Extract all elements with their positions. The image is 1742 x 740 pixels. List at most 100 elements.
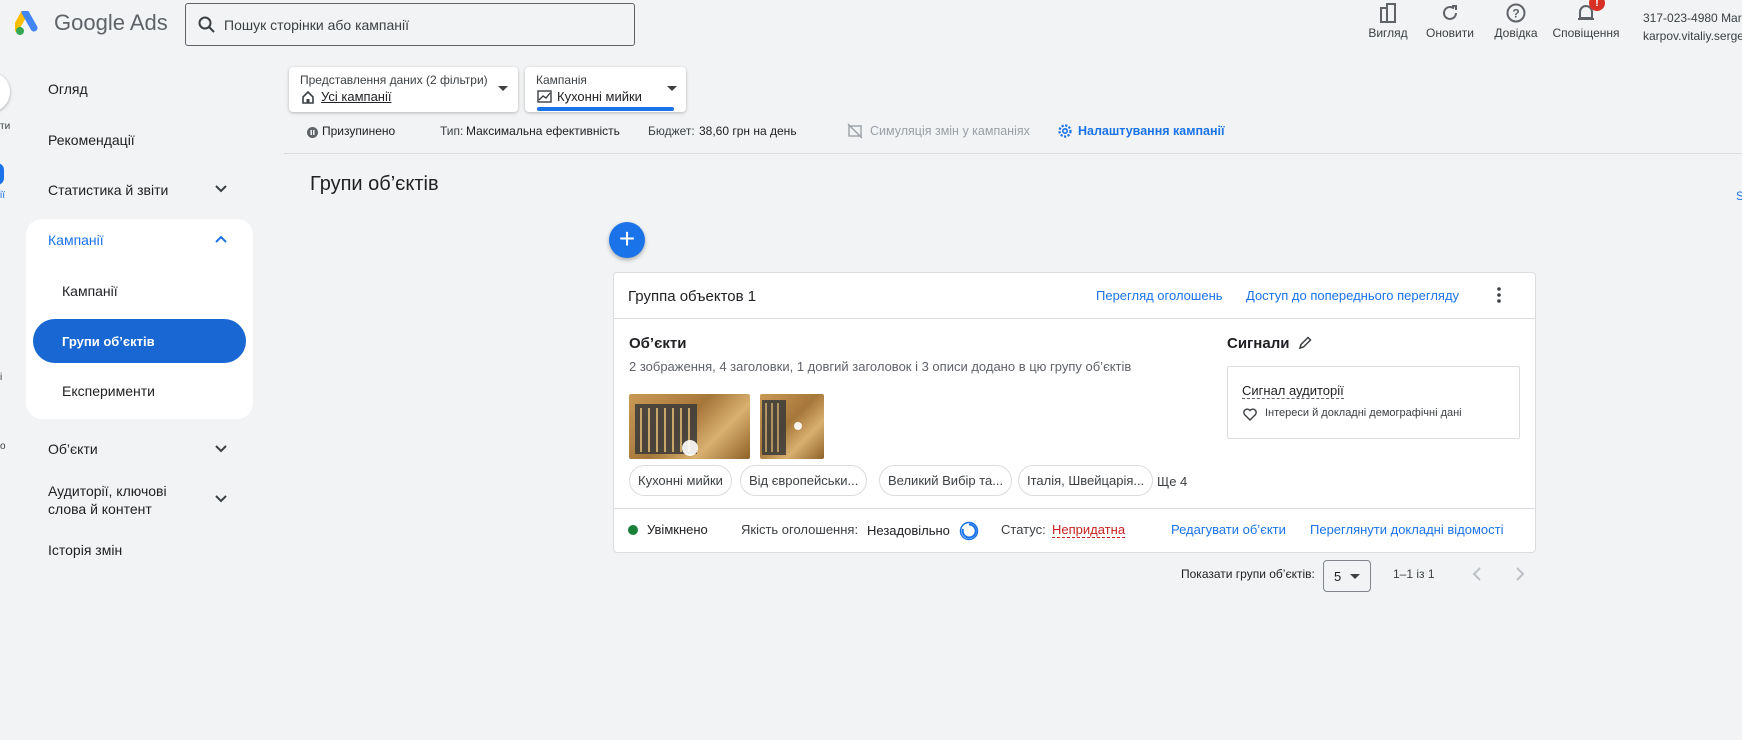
nav-stats[interactable]: Статистика й звіти — [48, 182, 168, 198]
help-label: Довідка — [1494, 26, 1538, 40]
budget-label: Бюджет: — [648, 124, 695, 138]
chevron-right-icon[interactable] — [1514, 566, 1526, 582]
rail-campaigns-indicator[interactable] — [0, 163, 4, 185]
help-button[interactable]: ? Довідка — [1492, 0, 1540, 40]
chevron-down-icon[interactable] — [214, 444, 228, 454]
chevron-left-icon[interactable] — [1471, 566, 1483, 582]
dropdown-caret-icon — [498, 86, 508, 91]
assets-description: 2 зображення, 4 заголовки, 1 довгий заго… — [629, 359, 1132, 374]
pager-range: 1–1 із 1 — [1393, 567, 1435, 581]
divider — [284, 153, 1742, 154]
chevron-down-icon[interactable] — [214, 184, 228, 194]
view-filter-label: Представлення даних (2 фільтри) — [300, 73, 488, 87]
edit-pencil-icon[interactable] — [1298, 336, 1312, 350]
edit-assets-link[interactable]: Редагувати об’єкти — [1171, 522, 1286, 537]
nav-campaigns[interactable]: Кампанії — [48, 232, 104, 248]
headline-chip[interactable]: Кухонні мийки — [629, 465, 732, 496]
dropdown-caret-icon — [1350, 574, 1360, 579]
headline-chip[interactable]: Від європейськи... — [740, 465, 868, 496]
asset-image-thumbnail[interactable] — [760, 394, 824, 459]
view-label: Вигляд — [1368, 26, 1408, 40]
refresh-icon — [1443, 5, 1457, 20]
rail-label[interactable]: ти — [0, 121, 10, 132]
card-footer-divider — [614, 508, 1535, 509]
account-id: 317-023-4980 Mara — [1643, 11, 1742, 25]
more-chips-link[interactable]: Ще 4 — [1157, 474, 1187, 489]
nav-recommendations[interactable]: Рекомендації — [48, 132, 135, 148]
notifications-label: Сповіщення — [1552, 26, 1620, 40]
campaign-settings-button[interactable]: Налаштування кампанії — [1078, 124, 1225, 138]
campaign-chart-icon — [537, 90, 552, 103]
ad-preview-link[interactable]: Перегляд оголошень — [1096, 288, 1223, 303]
nav-asset-groups[interactable]: Групи об’єктів — [62, 334, 155, 349]
dropdown-caret-icon — [667, 86, 677, 91]
enabled-status-dot — [628, 525, 638, 535]
nav-assets[interactable]: Об’єкти — [48, 441, 98, 457]
campaign-status: Призупинено — [322, 124, 396, 138]
heart-icon — [1243, 408, 1257, 421]
rail-label[interactable]: ії — [0, 190, 5, 201]
status-label: Статус: — [1001, 522, 1046, 537]
rail-label[interactable]: і — [0, 372, 2, 383]
gear-icon — [1058, 124, 1072, 138]
ad-quality-value: Незадовільно — [867, 523, 950, 538]
type-label: Тип: — [440, 124, 464, 138]
search-input[interactable]: Пошук сторінки або кампанії — [185, 3, 635, 46]
refresh-label: Оновити — [1426, 26, 1474, 40]
simulation-icon — [847, 123, 863, 139]
headline-chip[interactable]: Великий Вибір та... — [879, 465, 1013, 496]
sink-image-icon — [762, 400, 802, 455]
account-info[interactable]: 317-023-4980 Mara karpov.vitaliy.sergee — [1643, 9, 1742, 45]
status-value[interactable]: Непридатна — [1052, 522, 1126, 538]
audience-signal-description: Інтереси й докладні демографічні дані — [1265, 407, 1462, 419]
view-filter-value: Усі кампанії — [321, 89, 392, 104]
refresh-button[interactable]: Оновити — [1424, 0, 1476, 40]
rail-label[interactable]: о — [0, 441, 6, 452]
campaign-filter-label: Кампанія — [536, 73, 587, 87]
enabled-status-label[interactable]: Увімкнено — [647, 522, 708, 537]
sink-image-icon — [635, 404, 698, 456]
notifications-button[interactable]: Сповіщення ! — [1550, 0, 1622, 40]
plus-icon: + — [618, 223, 636, 254]
page-size-select[interactable]: 5 — [1323, 560, 1371, 592]
more-vert-icon[interactable] — [1491, 286, 1507, 304]
campaign-selected-underline — [537, 107, 674, 111]
view-details-link[interactable]: Переглянути докладні відомості — [1310, 522, 1503, 537]
nav-sub-campaigns[interactable]: Кампанії — [62, 283, 118, 299]
audience-signal-box[interactable] — [1227, 366, 1520, 439]
type-value: Максимальна ефективність — [466, 124, 620, 138]
home-icon — [302, 90, 314, 104]
help-icon: ? — [1506, 3, 1526, 23]
asset-group-title[interactable]: Группа объектов 1 — [628, 288, 756, 305]
right-edge-link[interactable]: S — [1736, 189, 1742, 203]
page-title: Групи об’єктів — [310, 173, 439, 195]
view-filter-dropdown[interactable]: Представлення даних (2 фільтри) Усі камп… — [289, 67, 518, 112]
view-icon — [1380, 3, 1396, 23]
asset-image-thumbnail[interactable] — [629, 394, 750, 459]
account-email: karpov.vitaliy.sergee — [1643, 29, 1742, 43]
ad-quality-label: Якість оголошення: — [741, 522, 859, 537]
campaign-filter-dropdown[interactable]: Кампанія Кухонні мийки — [525, 67, 686, 112]
google-ads-logo-icon[interactable] — [15, 11, 43, 37]
quality-progress-ring-icon[interactable] — [959, 521, 979, 541]
paused-icon — [307, 127, 318, 138]
add-asset-group-button[interactable]: + — [609, 222, 645, 258]
simulation-button[interactable]: Симуляція змін у кампаніях — [870, 124, 1030, 138]
view-button[interactable]: Вигляд — [1364, 0, 1412, 40]
nav-audiences[interactable]: Аудиторії, ключові слова й контент — [48, 482, 208, 518]
chevron-down-icon[interactable] — [214, 494, 228, 504]
nav-overview[interactable]: Огляд — [48, 81, 88, 97]
nav-history[interactable]: Історія змін — [48, 542, 122, 558]
preview-access-link[interactable]: Доступ до попереднього перегляду — [1246, 288, 1459, 303]
search-placeholder: Пошук сторінки або кампанії — [224, 17, 410, 33]
search-icon — [198, 16, 215, 33]
nav-experiments[interactable]: Експерименти — [62, 383, 155, 399]
headline-chip[interactable]: Італія, Швейцарія... — [1018, 465, 1154, 496]
audience-signal-name[interactable]: Сигнал аудиторії — [1242, 383, 1344, 399]
campaign-filter-value: Кухонні мийки — [557, 89, 642, 104]
logo-text[interactable]: Google Ads — [54, 10, 168, 36]
rail-create-button[interactable] — [0, 72, 10, 112]
top-bar: Google Ads Пошук сторінки або кампанії В… — [0, 0, 1742, 56]
chevron-up-icon[interactable] — [214, 234, 228, 244]
pager-label: Показати групи об’єктів: — [1181, 567, 1315, 581]
